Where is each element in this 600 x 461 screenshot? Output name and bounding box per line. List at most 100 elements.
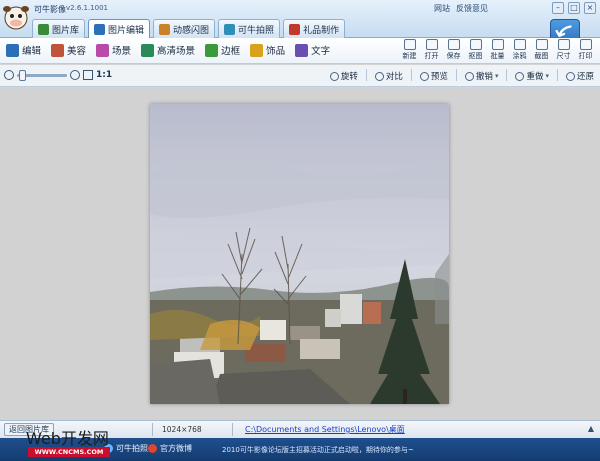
site-watermark: Web开发网 WWW.CNCMS.COM — [26, 425, 116, 459]
action-label: 还原 — [576, 72, 594, 82]
zoom-in-icon[interactable] — [70, 70, 80, 80]
tool-label: 边框 — [221, 46, 241, 57]
chevron-down-icon[interactable]: ▾ — [545, 72, 549, 80]
view-bar: 1:1 旋转 对比 预览 撤销 ▾ 重做 ▾ 还原 — [0, 65, 600, 87]
weibo-link[interactable]: 官方微博 — [148, 443, 192, 454]
file-tools: 新建 打开 保存 抠图 批量 涂鸦 截图 尺寸 打印 — [401, 39, 594, 63]
doodle-button[interactable]: 涂鸦 — [511, 39, 528, 63]
tool-label: 打开 — [424, 52, 439, 60]
scene-icon — [96, 43, 110, 57]
save-button[interactable]: 保存 — [445, 39, 462, 63]
edit-toolbar: 编辑 美容 场景 高清场景 边框 饰品 文字 新建 打开 保存 抠图 批量 涂鸦 截图 尺寸 打印 — [0, 38, 600, 64]
image-canvas[interactable] — [0, 88, 600, 420]
compare-button[interactable]: 对比 — [374, 69, 403, 83]
open-button[interactable]: 打开 — [423, 39, 440, 63]
file-path-link[interactable]: C:\Documents and Settings\Lenovo\桌面 — [245, 424, 405, 435]
zoom-slider[interactable] — [17, 69, 67, 81]
edited-photo[interactable] — [150, 104, 449, 404]
tool-text[interactable]: 文字 — [295, 42, 330, 58]
tool-label: 美容 — [67, 46, 87, 57]
action-label: 撤销 — [475, 72, 493, 82]
tool-label: 截图 — [534, 52, 549, 60]
frame-icon — [205, 43, 219, 57]
resize-button[interactable]: 尺寸 — [555, 39, 572, 63]
tab-label: 动感闪图 — [173, 25, 210, 36]
tool-label: 场景 — [112, 46, 132, 57]
flash-image-icon — [159, 23, 171, 35]
action-divider — [506, 69, 508, 81]
maximize-icon[interactable]: □ — [568, 2, 580, 14]
rotate-button[interactable]: 旋转 — [329, 69, 358, 83]
preview-button[interactable]: 预览 — [419, 69, 448, 83]
tab-camera[interactable]: 可牛拍照 — [218, 19, 281, 38]
open-icon — [425, 39, 438, 50]
minimize-icon[interactable]: – — [552, 2, 564, 14]
save-icon — [447, 39, 460, 50]
tab-label: 礼品制作 — [303, 25, 340, 36]
tab-label: 图片编辑 — [108, 25, 145, 36]
expand-up-icon[interactable]: ▲ — [588, 424, 594, 433]
action-label: 预览 — [430, 72, 448, 82]
camera-icon — [224, 23, 236, 35]
screenshot-icon — [535, 39, 548, 50]
restore-button[interactable]: 还原 — [565, 69, 594, 83]
tab-label: 图片库 — [52, 25, 80, 36]
tab-gallery[interactable]: 图片库 — [32, 19, 86, 38]
tab-gift[interactable]: 礼品制作 — [283, 19, 346, 38]
main-tabs: 图片库 图片编辑 动感闪图 可牛拍照 礼品制作 — [32, 19, 346, 38]
action-label: 对比 — [385, 72, 403, 82]
print-button[interactable]: 打印 — [577, 39, 594, 63]
watermark-title: Web开发网 — [26, 429, 109, 448]
tool-label: 抠图 — [468, 52, 483, 60]
hd-scene-icon — [141, 43, 155, 57]
tool-label: 编辑 — [22, 46, 42, 57]
tab-flash-image[interactable]: 动感闪图 — [153, 19, 216, 38]
tool-edit[interactable]: 编辑 — [6, 42, 41, 58]
action-label: 旋转 — [340, 72, 358, 82]
close-icon[interactable]: × — [584, 2, 596, 14]
batch-button[interactable]: 批量 — [489, 39, 506, 63]
cutout-button[interactable]: 抠图 — [467, 39, 484, 63]
action-label: 重做 — [526, 72, 544, 82]
tool-decoration[interactable]: 饰品 — [250, 42, 285, 58]
compare-icon — [374, 71, 384, 81]
tool-label: 保存 — [446, 52, 461, 60]
tool-label: 涂鸦 — [512, 52, 527, 60]
gallery-icon — [38, 23, 49, 35]
fit-window-icon[interactable] — [83, 70, 93, 80]
undo-button[interactable]: 撤销 ▾ — [464, 69, 499, 83]
forum-notice[interactable]: 2010可牛影像论坛版主招募活动正式启动啦，期待你的参与~ — [222, 445, 414, 455]
tool-frame[interactable]: 边框 — [205, 42, 240, 58]
feedback-link[interactable]: 反馈意见 — [456, 3, 488, 14]
edit-photo-icon — [94, 23, 106, 35]
weibo-link-label: 官方微博 — [160, 444, 192, 453]
status-divider — [152, 423, 153, 436]
website-link[interactable]: 网站 — [434, 3, 450, 14]
tool-scene[interactable]: 场景 — [96, 42, 131, 58]
edit-icon — [6, 43, 19, 57]
zoom-out-icon[interactable] — [4, 70, 14, 80]
decoration-icon — [250, 43, 264, 57]
camera-link-label: 可牛拍照 — [116, 444, 148, 453]
undo-icon — [464, 71, 474, 81]
new-button[interactable]: 新建 — [401, 39, 418, 63]
tool-label: 打印 — [578, 52, 593, 60]
chevron-down-icon[interactable]: ▾ — [495, 72, 499, 80]
actual-size-button[interactable]: 1:1 — [96, 70, 112, 80]
tool-label: 高清场景 — [157, 46, 196, 57]
redo-icon — [515, 71, 525, 81]
redo-button[interactable]: 重做 ▾ — [515, 69, 549, 83]
tool-label: 批量 — [490, 52, 505, 60]
doodle-icon — [513, 39, 526, 50]
tool-hd-scene[interactable]: 高清场景 — [141, 42, 195, 58]
tool-label: 饰品 — [266, 46, 286, 57]
zoom-slider-thumb[interactable] — [19, 69, 26, 81]
screenshot-button[interactable]: 截图 — [533, 39, 550, 63]
tool-beauty[interactable]: 美容 — [51, 42, 86, 58]
image-dimensions: 1024×768 — [162, 425, 202, 434]
restore-icon — [565, 71, 575, 81]
watermark-url: WWW.CNCMS.COM — [28, 447, 110, 457]
tab-label: 可牛拍照 — [238, 25, 275, 36]
tab-edit-photo[interactable]: 图片编辑 — [88, 19, 151, 38]
print-icon — [579, 39, 592, 50]
